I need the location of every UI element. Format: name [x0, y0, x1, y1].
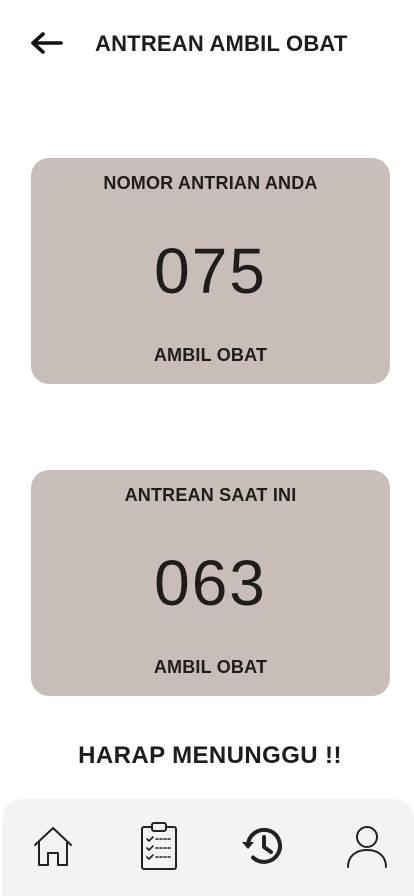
back-button[interactable] — [28, 28, 64, 58]
clipboard-checklist-icon — [141, 822, 177, 870]
arrow-left-icon — [31, 32, 63, 54]
nav-profile-button[interactable] — [342, 821, 392, 871]
current-queue-service: AMBIL OBAT — [153, 657, 268, 677]
user-icon — [347, 826, 387, 868]
my-queue-label: NOMOR ANTRIAN ANDA — [103, 173, 318, 193]
history-icon — [242, 827, 282, 864]
nav-history-button[interactable] — [238, 821, 288, 871]
my-queue-service: AMBIL OBAT — [153, 345, 268, 365]
wait-message: HARAP MENUNGGU !! — [78, 742, 342, 769]
page-title: ANTREAN AMBIL OBAT — [95, 31, 348, 56]
current-queue-card: ANTREAN SAAT INI 063 AMBIL OBAT — [31, 470, 390, 696]
nav-orders-button[interactable] — [134, 821, 184, 871]
current-queue-number: 063 — [154, 547, 267, 619]
nav-home-button[interactable] — [28, 821, 78, 871]
bottom-nav — [2, 799, 414, 896]
header: ANTREAN AMBIL OBAT — [0, 0, 414, 90]
current-queue-label: ANTREAN SAAT INI — [124, 485, 297, 505]
my-queue-card: NOMOR ANTRIAN ANDA 075 AMBIL OBAT — [31, 158, 390, 384]
my-queue-number: 075 — [154, 235, 267, 307]
home-icon — [34, 827, 72, 866]
